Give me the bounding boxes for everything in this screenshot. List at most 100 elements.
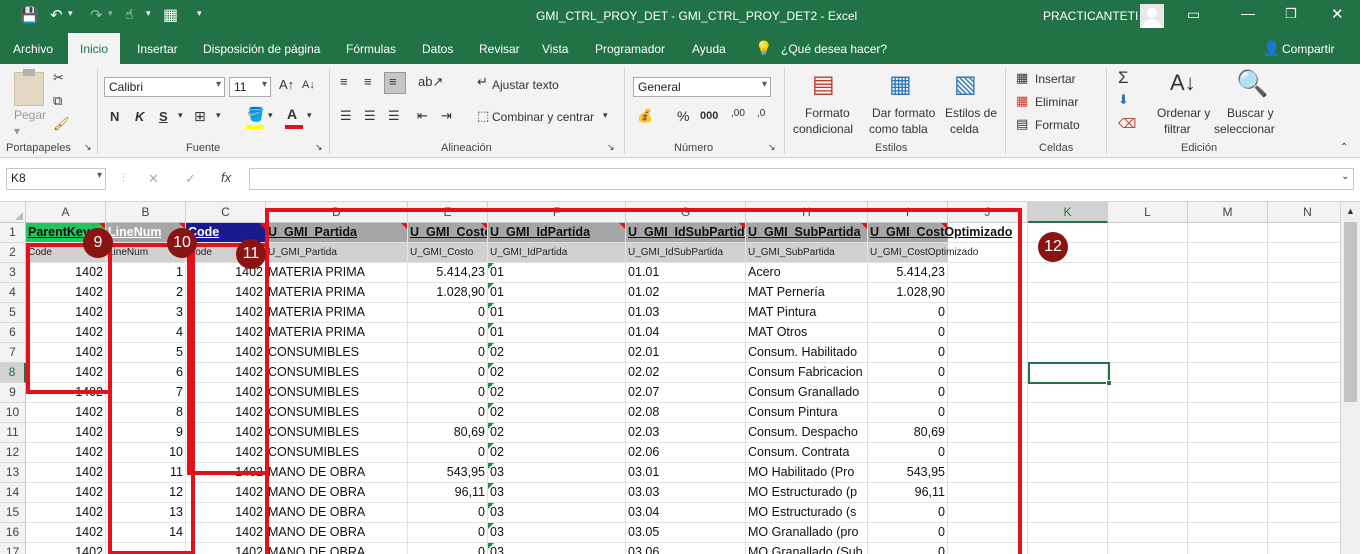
cell-r8-c14[interactable] xyxy=(1268,363,1340,383)
row-header-5[interactable]: 5 xyxy=(0,303,26,323)
column-header-c[interactable]: C xyxy=(186,202,266,223)
row-header-4[interactable]: 4 xyxy=(0,283,26,303)
sort-filter-icon[interactable]: A↓ xyxy=(1170,70,1196,96)
fill-dropdown-icon[interactable]: ▾ xyxy=(268,110,273,121)
cell-r7-c11[interactable] xyxy=(1028,343,1108,363)
row-header-13[interactable]: 13 xyxy=(0,463,26,483)
cell-r15-c1[interactable]: 1402 xyxy=(26,503,106,523)
cell-r14-c11[interactable] xyxy=(1028,483,1108,503)
merge-dropdown-icon[interactable]: ▾ xyxy=(603,110,608,121)
tab-formulas[interactable]: Fórmulas xyxy=(346,42,396,56)
touch-dropdown-icon[interactable]: ▾ xyxy=(146,8,151,19)
tab-vista[interactable]: Vista xyxy=(542,42,568,56)
decrease-indent-icon[interactable]: ⇤ xyxy=(417,108,428,124)
column-header-k[interactable]: K xyxy=(1028,202,1108,223)
cell-r3-c14[interactable] xyxy=(1268,263,1340,283)
cell-r11-c13[interactable] xyxy=(1188,423,1268,443)
cell-r15-c14[interactable] xyxy=(1268,503,1340,523)
borders-icon[interactable]: ⊞ xyxy=(194,108,206,125)
cell-r15-c12[interactable] xyxy=(1108,503,1188,523)
cell-r16-c14[interactable] xyxy=(1268,523,1340,543)
tab-archivo[interactable]: Archivo xyxy=(13,42,53,56)
expand-formula-icon[interactable]: ⌄ xyxy=(1341,171,1349,182)
cell-r11-c12[interactable] xyxy=(1108,423,1188,443)
cell-r16-c11[interactable] xyxy=(1028,523,1108,543)
cell-r12-c11[interactable] xyxy=(1028,443,1108,463)
format-as-table-button-l2[interactable]: como tabla xyxy=(869,122,928,136)
find-select-button-l1[interactable]: Buscar y xyxy=(1227,106,1274,120)
name-box[interactable]: K8 xyxy=(6,168,106,190)
column-header-a[interactable]: A xyxy=(26,202,106,223)
collapse-ribbon-icon[interactable]: ⌃ xyxy=(1340,142,1348,153)
cell-r10-c1[interactable]: 1402 xyxy=(26,403,106,423)
tab-insertar[interactable]: Insertar xyxy=(137,42,178,56)
cancel-entry-icon[interactable]: ✕ xyxy=(148,171,159,187)
worksheet-grid[interactable]: ABCDEFGHIJKLMN 1 2 3 4 5 6 7 8 9 10 11 12 13 14 15 16 17… xyxy=(0,202,1340,554)
increase-font-icon[interactable]: A↑ xyxy=(279,77,294,92)
scroll-thumb[interactable] xyxy=(1344,222,1357,402)
undo-dropdown-icon[interactable]: ▾ xyxy=(68,8,73,19)
merge-center-button[interactable]: Combinar y centrar xyxy=(492,110,594,124)
row-header-14[interactable]: 14 xyxy=(0,483,26,503)
cell-r13-c11[interactable] xyxy=(1028,463,1108,483)
align-left-icon[interactable]: ☰ xyxy=(340,108,352,124)
cell-r17-c3[interactable]: 1402 xyxy=(186,543,266,554)
font-color-icon[interactable]: A xyxy=(287,106,297,122)
avatar[interactable] xyxy=(1140,4,1164,28)
alignment-launcher-icon[interactable]: ↘ xyxy=(607,142,615,153)
decrease-font-icon[interactable]: A↓ xyxy=(302,79,315,91)
align-middle-icon[interactable]: ≡ xyxy=(364,74,372,89)
row-header-9[interactable]: 9 xyxy=(0,383,26,403)
tab-disposicion[interactable]: Disposición de página xyxy=(203,42,320,56)
format-as-table-button-l1[interactable]: Dar formato xyxy=(872,106,935,120)
minimize-icon[interactable]: — xyxy=(1241,5,1255,21)
cell-r13-c12[interactable] xyxy=(1108,463,1188,483)
active-cell-k8[interactable] xyxy=(1028,362,1112,386)
wrap-text-icon[interactable]: ↵ xyxy=(477,74,488,90)
cell-r4-c13[interactable] xyxy=(1188,283,1268,303)
format-cells-icon[interactable]: ▤ xyxy=(1016,116,1028,132)
cell-r14-c1[interactable]: 1402 xyxy=(26,483,106,503)
cell-r16-c1[interactable]: 1402 xyxy=(26,523,106,543)
number-format-combo[interactable]: General xyxy=(633,77,771,97)
row-header-15[interactable]: 15 xyxy=(0,503,26,523)
cell-r14-c12[interactable] xyxy=(1108,483,1188,503)
cell-r5-c12[interactable] xyxy=(1108,303,1188,323)
cell-r4-c11[interactable] xyxy=(1028,283,1108,303)
cell-r2-c13[interactable] xyxy=(1188,243,1268,263)
ribbon-display-icon[interactable]: ▭ xyxy=(1187,6,1200,23)
cell-r17-c12[interactable] xyxy=(1108,543,1188,554)
touch-mode-icon[interactable]: ☝ xyxy=(125,6,134,23)
font-color-dropdown-icon[interactable]: ▾ xyxy=(307,110,312,121)
cell-r1-c14[interactable] xyxy=(1268,223,1340,243)
cell-r16-c3[interactable]: 1402 xyxy=(186,523,266,543)
cell-r9-c14[interactable] xyxy=(1268,383,1340,403)
cell-r4-c14[interactable] xyxy=(1268,283,1340,303)
form-icon[interactable]: ▦ xyxy=(163,5,178,25)
cell-r7-c12[interactable] xyxy=(1108,343,1188,363)
underline-button[interactable]: S xyxy=(159,109,168,124)
cell-styles-button-l2[interactable]: celda xyxy=(950,122,979,136)
format-painter-icon[interactable]: 🖌 xyxy=(53,116,70,132)
fill-icon[interactable]: ⬇ xyxy=(1118,92,1129,108)
column-header-l[interactable]: L xyxy=(1108,202,1188,223)
cut-icon[interactable]: ✂ xyxy=(53,70,64,86)
conditional-format-icon[interactable]: ▤ xyxy=(812,70,835,99)
cell-r7-c14[interactable] xyxy=(1268,343,1340,363)
cell-r6-c12[interactable] xyxy=(1108,323,1188,343)
align-right-icon[interactable]: ☰ xyxy=(388,108,400,124)
cell-r5-c11[interactable] xyxy=(1028,303,1108,323)
confirm-entry-icon[interactable]: ✓ xyxy=(185,171,196,187)
row-header-6[interactable]: 6 xyxy=(0,323,26,343)
cell-r12-c14[interactable] xyxy=(1268,443,1340,463)
cell-r3-c13[interactable] xyxy=(1188,263,1268,283)
row-header-12[interactable]: 12 xyxy=(0,443,26,463)
cell-r12-c1[interactable]: 1402 xyxy=(26,443,106,463)
restore-icon[interactable]: ❐ xyxy=(1285,6,1297,22)
delete-cells-button[interactable]: Eliminar xyxy=(1035,95,1078,109)
cell-r14-c3[interactable]: 1402 xyxy=(186,483,266,503)
row-header-17[interactable]: 17 xyxy=(0,543,26,554)
sort-filter-button-l2[interactable]: filtrar xyxy=(1164,122,1191,136)
copy-icon[interactable]: ⧉ xyxy=(53,93,62,109)
cell-r11-c14[interactable] xyxy=(1268,423,1340,443)
